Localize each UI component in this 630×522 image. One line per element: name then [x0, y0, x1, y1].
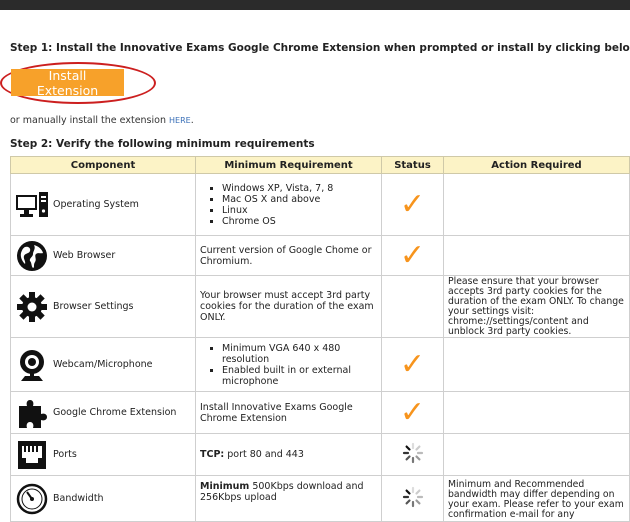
checkmark-icon: ✓ [399, 237, 426, 273]
table-row: Operating System Windows XP, Vista, 7, 8… [10, 173, 630, 236]
manual-install-label: or manually install the extension [10, 115, 169, 126]
manual-install-text: or manually install the extension HERE. [10, 115, 194, 126]
ethernet-port-icon [15, 438, 49, 472]
action-text [443, 391, 630, 434]
globe-icon [15, 239, 49, 273]
table-header-row: Component Minimum Requirement Status Act… [10, 156, 630, 174]
table-row: Bandwidth Minimum 500Kbps download and 2… [10, 475, 630, 522]
requirement-list: Minimum VGA 640 x 480 resolution Enabled… [200, 343, 377, 387]
gear-icon [15, 290, 49, 324]
install-extension-area: Install Extension [0, 62, 156, 104]
top-bar [0, 0, 630, 10]
action-text [443, 337, 630, 392]
requirement-list: Windows XP, Vista, 7, 8 Mac OS X and abo… [200, 183, 377, 227]
requirement-label: TCP: [200, 449, 225, 460]
component-label: Bandwidth [53, 493, 104, 504]
action-text [443, 235, 630, 276]
checkmark-icon: ✓ [399, 394, 426, 430]
table-row: Ports TCP: port 80 and 443 [10, 433, 630, 476]
table-row: Webcam/Microphone Minimum VGA 640 x 480 … [10, 337, 630, 392]
checkmark-icon: ✓ [399, 186, 426, 222]
requirements-table: Component Minimum Requirement Status Act… [10, 156, 630, 522]
component-label: Webcam/Microphone [53, 359, 153, 370]
header-component: Component [10, 156, 196, 174]
action-text [443, 433, 630, 476]
requirement-item: Minimum VGA 640 x 480 resolution [222, 343, 377, 365]
requirement-text: Current version of Google Chome or Chrom… [195, 235, 382, 276]
requirement-item: Linux [222, 205, 377, 216]
requirement-label: Minimum [200, 481, 250, 492]
computer-icon [15, 188, 49, 222]
component-label: Google Chrome Extension [53, 407, 177, 418]
component-label: Web Browser [53, 250, 116, 261]
component-label: Browser Settings [53, 301, 134, 312]
webcam-icon [15, 348, 49, 382]
table-row: Google Chrome Extension Install Innovati… [10, 391, 630, 434]
action-text: Please ensure that your browser accepts … [443, 275, 630, 338]
requirement-text: Your browser must accept 3rd party cooki… [195, 275, 382, 338]
table-row: Web Browser Current version of Google Ch… [10, 235, 630, 276]
loading-spinner-icon [402, 486, 424, 511]
header-minimum-requirement: Minimum Requirement [195, 156, 382, 174]
component-label: Operating System [53, 199, 139, 210]
requirement-text: Install Innovative Exams Google Chrome E… [195, 391, 382, 434]
step2-heading: Step 2: Verify the following minimum req… [10, 138, 315, 150]
manual-install-suffix: . [190, 115, 194, 126]
requirement-item: Enabled built in or external microphone [222, 365, 377, 387]
requirement-item: Mac OS X and above [222, 194, 377, 205]
requirement-item: Chrome OS [222, 216, 377, 227]
component-label: Ports [53, 449, 77, 460]
header-status: Status [381, 156, 444, 174]
speedometer-icon [15, 482, 49, 516]
requirement-text: port 80 and 443 [227, 449, 304, 460]
header-action-required: Action Required [443, 156, 630, 174]
action-text [443, 173, 630, 236]
action-text: Minimum and Recommended bandwidth may di… [443, 475, 630, 522]
loading-spinner-icon [402, 442, 424, 467]
table-row: Browser Settings Your browser must accep… [10, 275, 630, 338]
checkmark-icon: ✓ [399, 346, 426, 382]
puzzle-icon [15, 396, 49, 430]
requirement-item: Windows XP, Vista, 7, 8 [222, 183, 377, 194]
install-extension-button[interactable]: Install Extension [11, 68, 124, 98]
step1-heading: Step 1: Install the Innovative Exams Goo… [10, 42, 630, 54]
manual-install-link[interactable]: HERE [169, 116, 191, 125]
